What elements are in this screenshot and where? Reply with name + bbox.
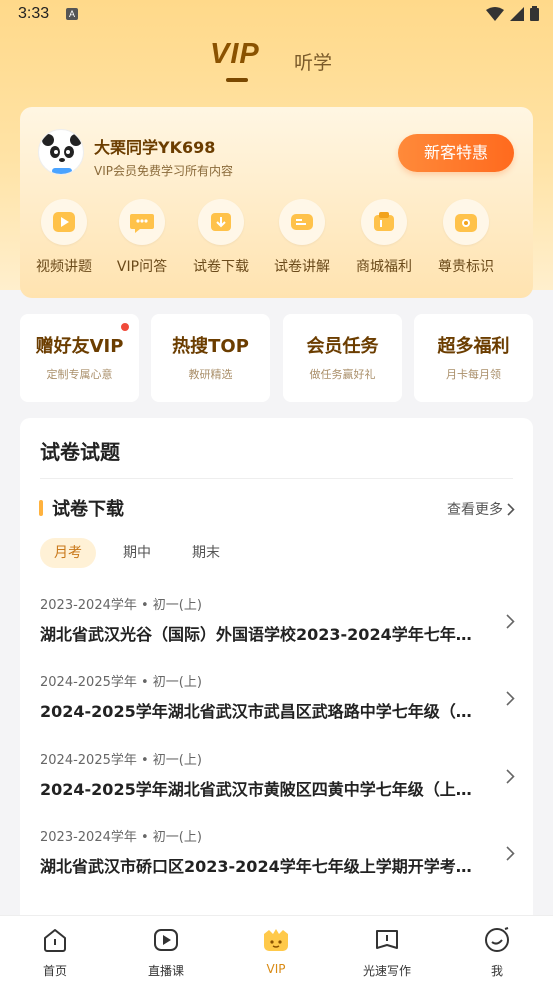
nav-me[interactable]: 我 xyxy=(452,926,542,979)
filter-midterm[interactable]: 期中 xyxy=(109,538,165,568)
signal-icon xyxy=(510,6,524,21)
play-icon xyxy=(154,929,178,951)
vip-subtitle: VIP会员免费学习所有内容 xyxy=(94,164,233,178)
shortcut-member-task[interactable]: 会员任务 做任务赢好礼 xyxy=(283,314,402,402)
filter-monthly[interactable]: 月考 xyxy=(40,538,96,568)
paper-item[interactable]: 2023-2024学年 • 初一(上) 湖北省武汉市硚口区2023-2024学年… xyxy=(40,826,515,896)
top-tabs: VIP 听学 xyxy=(0,38,553,82)
paper-meta: 2024-2025学年 • 初一(上) xyxy=(40,675,202,690)
subsection-title: 试卷下载 xyxy=(52,499,124,520)
paper-item[interactable]: 2024-2025学年 • 初一(上) 2024-2025学年湖北省武汉市黄陂区… xyxy=(40,749,515,819)
download-icon xyxy=(211,213,231,231)
home-icon xyxy=(44,929,66,952)
shortcut-title: 会员任务 xyxy=(306,336,379,357)
benefit-label: 试卷讲解 xyxy=(274,259,330,275)
explain-icon xyxy=(291,214,313,230)
panda-avatar-icon xyxy=(42,134,82,174)
shortcut-title: 超多福利 xyxy=(437,336,510,357)
avatar[interactable] xyxy=(38,129,84,175)
chevron-right-icon xyxy=(506,614,515,629)
paper-name: 2024-2025学年湖北省武汉市武昌区武珞路中学七年级（上）月考 xyxy=(40,702,485,721)
benefit-label: 试卷下载 xyxy=(193,259,249,275)
benefit-label: VIP问答 xyxy=(116,259,168,275)
paper-item[interactable]: 2024-2025学年 • 初一(上) 2024-2025学年湖北省武汉市武昌区… xyxy=(40,671,515,741)
shortcut-subtitle: 月卡每月领 xyxy=(446,368,501,381)
section-accent-bar xyxy=(39,500,43,516)
nav-live-class[interactable]: 直播课 xyxy=(121,926,211,979)
benefit-label: 商城福利 xyxy=(356,259,412,275)
paper-meta: 2023-2024学年 • 初一(上) xyxy=(40,598,202,613)
bottom-nav: 首页 直播课 VIP 光速写作 我 xyxy=(0,915,553,984)
status-icons xyxy=(486,6,539,21)
nav-label: 光速写作 xyxy=(362,964,411,978)
nav-vip[interactable]: VIP xyxy=(231,926,321,976)
vip-card: 大栗同学YK698 VIP会员免费学习所有内容 新客特惠 视频讲题 VIP问答 … xyxy=(20,107,533,298)
me-icon xyxy=(485,927,510,952)
wifi-icon xyxy=(486,6,504,21)
shortcut-subtitle: 做任务赢好礼 xyxy=(309,368,376,381)
write-icon xyxy=(376,930,398,949)
user-name: 大栗同学YK698 xyxy=(94,138,216,157)
paper-name: 湖北省武汉光谷（国际）外国语学校2023-2024学年七年级上学期月考 xyxy=(40,625,485,644)
badge-icon xyxy=(455,214,477,232)
chevron-right-icon xyxy=(506,846,515,861)
chevron-right-icon xyxy=(506,691,515,706)
shortcut-title: 热搜TOP xyxy=(172,336,249,357)
nav-home[interactable]: 首页 xyxy=(10,926,100,979)
shortcut-hot-top[interactable]: 热搜TOP 教研精选 xyxy=(151,314,270,402)
status-bar: 3:33 A xyxy=(0,0,553,30)
see-more-label: 查看更多 xyxy=(447,502,503,518)
shortcut-subtitle: 教研精选 xyxy=(188,368,233,381)
tab-listen[interactable]: 听学 xyxy=(294,48,332,75)
benefit-badge[interactable]: 尊贵标识 xyxy=(426,199,506,276)
benefit-shop[interactable]: 商城福利 xyxy=(344,199,424,276)
benefit-list: 视频讲题 VIP问答 试卷下载 试卷讲解 商城福利 尊贵标识 xyxy=(20,199,533,279)
benefit-paper-explain[interactable]: 试卷讲解 xyxy=(262,199,342,276)
vip-icon xyxy=(264,929,288,951)
divider xyxy=(40,478,513,479)
video-icon xyxy=(53,212,75,232)
benefit-label: 视频讲题 xyxy=(36,259,92,275)
exam-section: 试卷试题 试卷下载 查看更多 月考 期中 期末 2023-2024学年 • 初一… xyxy=(20,418,533,938)
benefit-label: 尊贵标识 xyxy=(438,259,494,275)
chevron-right-icon xyxy=(507,502,515,516)
paper-meta: 2023-2024学年 • 初一(上) xyxy=(40,830,202,845)
paper-item[interactable]: 2023-2024学年 • 初一(上) 湖北省武汉光谷（国际）外国语学校2023… xyxy=(40,594,515,664)
nav-label: 直播课 xyxy=(147,964,184,978)
paper-meta: 2024-2025学年 • 初一(上) xyxy=(40,753,202,768)
newbie-offer-button[interactable]: 新客特惠 xyxy=(398,134,514,172)
chevron-right-icon xyxy=(506,769,515,784)
benefit-paper-download[interactable]: 试卷下载 xyxy=(181,199,261,276)
shortcut-welfare[interactable]: 超多福利 月卡每月领 xyxy=(414,314,533,402)
nav-label: 首页 xyxy=(42,964,67,978)
paper-name: 2024-2025学年湖北省武汉市黄陂区四黄中学七年级（上）月考 xyxy=(40,780,485,799)
tab-vip[interactable]: VIP xyxy=(210,38,260,71)
shop-icon xyxy=(374,212,394,231)
nav-label: VIP xyxy=(266,962,286,976)
status-time: 3:33 xyxy=(18,5,50,22)
benefit-video[interactable]: 视频讲题 xyxy=(24,199,104,276)
shortcut-subtitle: 定制专属心意 xyxy=(46,368,113,381)
chat-icon xyxy=(130,214,154,233)
filter-final[interactable]: 期末 xyxy=(178,538,234,568)
nav-label: 我 xyxy=(490,964,503,978)
notification-icon: A xyxy=(66,8,78,20)
shortcut-title: 赠好友VIP xyxy=(35,336,124,357)
paper-name: 湖北省武汉市硚口区2023-2024学年七年级上学期开学考试卷 xyxy=(40,857,485,876)
notification-dot xyxy=(121,323,129,331)
see-more-link[interactable]: 查看更多 xyxy=(447,499,515,519)
shortcut-gift-vip[interactable]: 赠好友VIP 定制专属心意 xyxy=(20,314,139,402)
battery-icon xyxy=(530,6,539,21)
section-title: 试卷试题 xyxy=(40,440,120,464)
nav-fast-writing[interactable]: 光速写作 xyxy=(342,926,432,979)
benefit-vip-qa[interactable]: VIP问答 xyxy=(102,199,182,276)
tab-active-indicator xyxy=(226,78,248,82)
